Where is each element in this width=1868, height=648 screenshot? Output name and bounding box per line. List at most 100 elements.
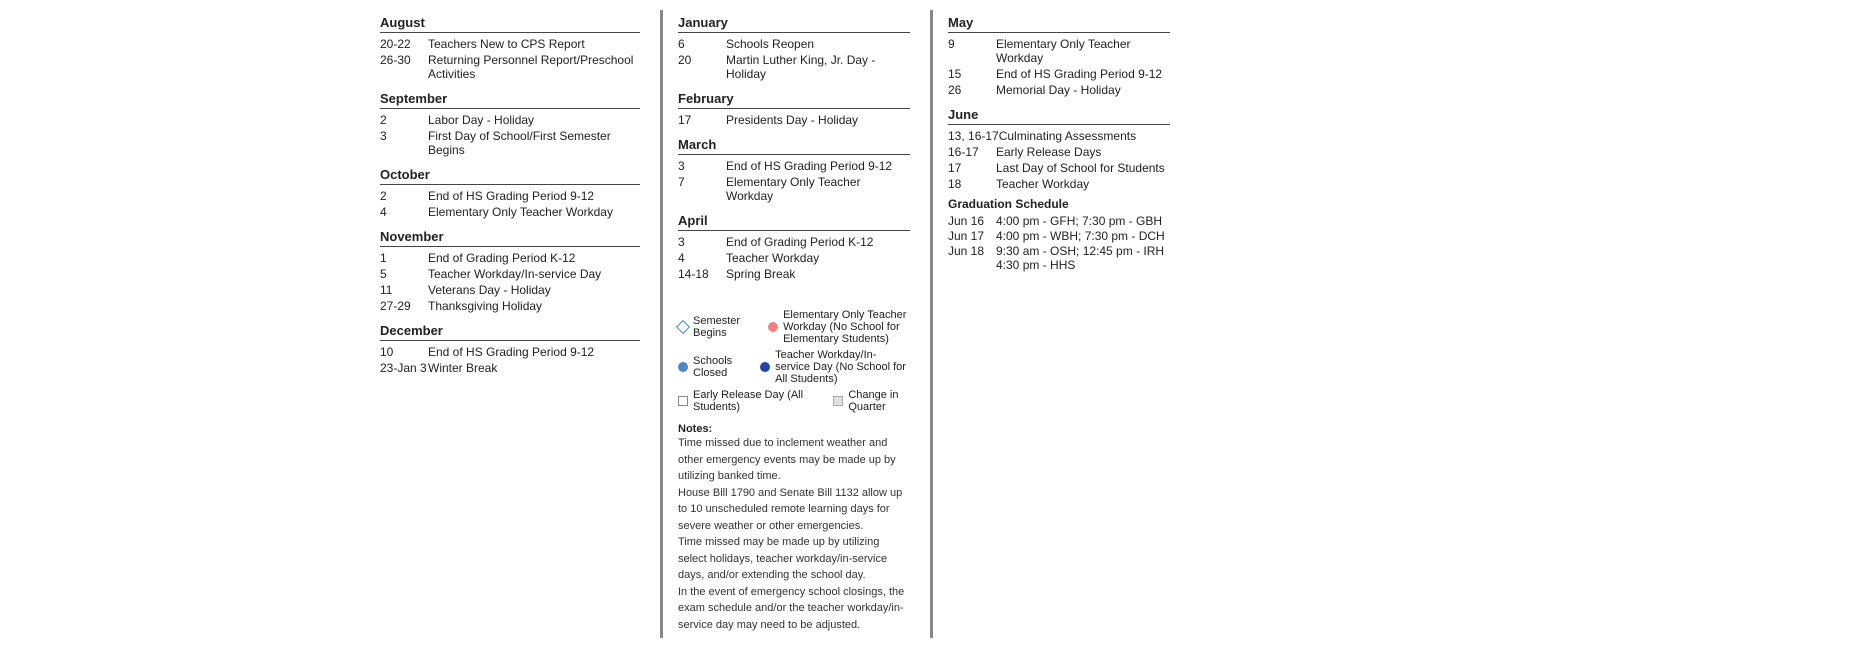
list-item: 23-Jan 3 Winter Break (380, 361, 640, 375)
grad-date: Jun 16 (948, 214, 996, 228)
cal-date: 2 (380, 113, 428, 127)
cal-date: 3 (380, 129, 428, 143)
cal-event: Veterans Day - Holiday (428, 283, 640, 297)
square-icon (678, 396, 688, 406)
legend-change-quarter: Change in Quarter (833, 389, 910, 413)
list-item: 26 Memorial Day - Holiday (948, 83, 1170, 97)
cal-event: Teachers New to CPS Report (428, 37, 640, 51)
circle-darkblue-icon (760, 362, 770, 372)
list-item: 3 End of HS Grading Period 9-12 (678, 159, 910, 173)
list-item: 3 End of Grading Period K-12 (678, 235, 910, 249)
list-item: 15 End of HS Grading Period 9-12 (948, 67, 1170, 81)
month-august: August (380, 15, 640, 33)
cal-date: 26 (948, 83, 996, 97)
legend-label: Teacher Workday/In-service Day (No Schoo… (775, 349, 910, 385)
cal-event: End of HS Grading Period 9-12 (996, 67, 1170, 81)
grad-event: 4:00 pm - GFH; 7:30 pm - GBH (996, 214, 1162, 228)
cal-date: 16-17 (948, 145, 996, 159)
cal-date: 3 (678, 159, 726, 173)
legend-early-release: Early Release Day (All Students) (678, 389, 805, 413)
notes-section: Notes: Time missed due to inclement weat… (678, 423, 910, 633)
notes-line-1: Time missed due to inclement weather and… (678, 435, 910, 485)
cal-date: 2 (380, 189, 428, 203)
legend-semester-begins: Semester Begins (678, 315, 740, 339)
legend-label: Semester Begins (693, 315, 740, 339)
cal-event: Culminating Assessments (999, 129, 1170, 143)
cal-event: Teacher Workday/In-service Day (428, 267, 640, 281)
cal-event: Martin Luther King, Jr. Day - Holiday (726, 53, 910, 81)
notes-line-2: House Bill 1790 and Senate Bill 1132 all… (678, 485, 910, 535)
cal-date: 20 (678, 53, 726, 67)
list-item: 13, 16-17 Culminating Assessments (948, 129, 1170, 143)
month-march: March (678, 137, 910, 155)
legend-row-2: Schools Closed Teacher Workday/In-servic… (678, 349, 910, 385)
cal-event: Elementary Only Teacher Workday (996, 37, 1170, 65)
cal-event: Labor Day - Holiday (428, 113, 640, 127)
cal-date: 5 (380, 267, 428, 281)
list-item: 17 Presidents Day - Holiday (678, 113, 910, 127)
list-item: 11 Veterans Day - Holiday (380, 283, 640, 297)
list-item: 2 Labor Day - Holiday (380, 113, 640, 127)
legend-label: Elementary Only Teacher Workday (No Scho… (783, 309, 910, 345)
list-item: Jun 18 9:30 am - OSH; 12:45 pm - IRH 4:3… (948, 244, 1170, 272)
cal-event: Last Day of School for Students (996, 161, 1170, 175)
list-item: Jun 17 4:00 pm - WBH; 7:30 pm - DCH (948, 229, 1170, 243)
notes-line-3: Time missed may be made up by utilizing … (678, 534, 910, 584)
list-item: 9 Elementary Only Teacher Workday (948, 37, 1170, 65)
cal-event: Winter Break (428, 361, 640, 375)
grad-event: 4:00 pm - WBH; 7:30 pm - DCH (996, 229, 1165, 243)
cal-event: Teacher Workday (996, 177, 1170, 191)
list-item: Jun 16 4:00 pm - GFH; 7:30 pm - GBH (948, 214, 1170, 228)
cal-date: 18 (948, 177, 996, 191)
list-item: 20-22 Teachers New to CPS Report (380, 37, 640, 51)
cal-date: 27-29 (380, 299, 428, 313)
legend-row-3: Early Release Day (All Students) Change … (678, 389, 910, 413)
grad-event: 9:30 am - OSH; 12:45 pm - IRH 4:30 pm - … (996, 244, 1164, 272)
grad-date: Jun 17 (948, 229, 996, 243)
cal-date: 10 (380, 345, 428, 359)
circle-blue-icon (678, 362, 688, 372)
list-item: 3 First Day of School/First Semester Beg… (380, 129, 640, 157)
cal-date: 14-18 (678, 267, 726, 281)
cal-date: 9 (948, 37, 996, 51)
circle-pink-icon (768, 322, 778, 332)
legend-schools-closed: Schools Closed (678, 355, 732, 379)
month-june: June (948, 107, 1170, 125)
square-gray-icon (833, 396, 843, 406)
cal-date: 4 (678, 251, 726, 265)
right-column: May 9 Elementary Only Teacher Workday 15… (930, 10, 1180, 638)
cal-date: 17 (678, 113, 726, 127)
legend-teacher-workday: Teacher Workday/In-service Day (No Schoo… (760, 349, 910, 385)
cal-date: 26-30 (380, 53, 428, 67)
cal-event: Early Release Days (996, 145, 1170, 159)
cal-date: 7 (678, 175, 726, 189)
list-item: 6 Schools Reopen (678, 37, 910, 51)
cal-event: End of HS Grading Period 9-12 (428, 345, 640, 359)
notes-title: Notes: (678, 423, 910, 435)
cal-date: 11 (380, 283, 428, 297)
cal-event: Presidents Day - Holiday (726, 113, 910, 127)
cal-event: Teacher Workday (726, 251, 910, 265)
cal-date: 6 (678, 37, 726, 51)
month-december: December (380, 323, 640, 341)
list-item: 7 Elementary Only Teacher Workday (678, 175, 910, 203)
list-item: 10 End of HS Grading Period 9-12 (380, 345, 640, 359)
month-february: February (678, 91, 910, 109)
cal-date: 17 (948, 161, 996, 175)
cal-date: 4 (380, 205, 428, 219)
cal-event: End of Grading Period K-12 (428, 251, 640, 265)
cal-event: Spring Break (726, 267, 910, 281)
list-item: 18 Teacher Workday (948, 177, 1170, 191)
legend-label: Schools Closed (693, 355, 732, 379)
list-item: 4 Elementary Only Teacher Workday (380, 205, 640, 219)
list-item: 27-29 Thanksgiving Holiday (380, 299, 640, 313)
legend-elementary-workday: Elementary Only Teacher Workday (No Scho… (768, 309, 910, 345)
month-january: January (678, 15, 910, 33)
cal-event: Schools Reopen (726, 37, 910, 51)
cal-event: Returning Personnel Report/Preschool Act… (428, 53, 640, 81)
cal-event: Thanksgiving Holiday (428, 299, 640, 313)
cal-event: Memorial Day - Holiday (996, 83, 1170, 97)
cal-date: 3 (678, 235, 726, 249)
cal-event: Elementary Only Teacher Workday (726, 175, 910, 203)
left-column: August 20-22 Teachers New to CPS Report … (370, 10, 650, 638)
